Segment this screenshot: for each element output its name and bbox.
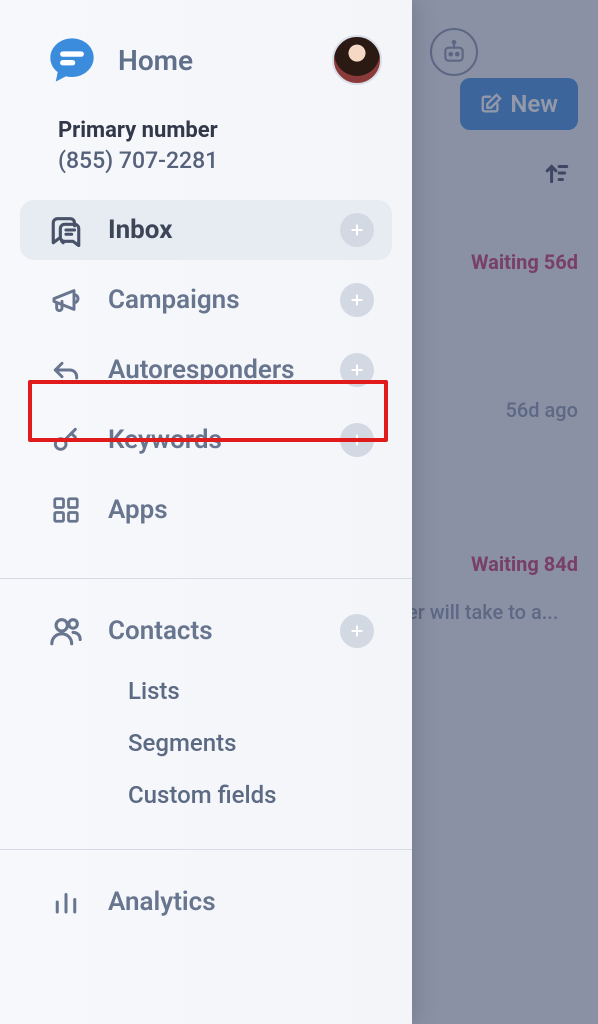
app-root: New Waiting 56d 56d ago Waiting 84d er w… [0,0,598,1024]
nav-label: Inbox [108,215,316,245]
background-overlay [412,0,598,1024]
app-logo-icon [46,34,98,86]
nav-label: Apps [108,495,374,525]
primary-number-section: Primary number (855) 707-2281 [0,108,412,192]
nav-list-tertiary: Analytics [0,872,412,952]
plus-icon[interactable] [340,353,374,387]
divider [0,849,412,850]
nav-list-secondary: Contacts Lists Segments Custom fields [0,601,412,831]
contacts-sub-list: Lists Segments Custom fields [20,665,392,821]
nav-item-keywords[interactable]: Keywords [20,410,392,470]
sub-item-segments[interactable]: Segments [128,717,364,769]
divider [0,578,412,579]
contacts-icon [48,613,84,649]
nav-item-analytics[interactable]: Analytics [20,872,392,932]
megaphone-icon [48,282,84,318]
nav-list-primary: Inbox Campaigns Autoresponders [0,192,412,560]
apps-grid-icon [48,492,84,528]
nav-item-apps[interactable]: Apps [20,480,392,540]
primary-number-label: Primary number [58,118,384,143]
nav-label: Autoresponders [108,355,316,385]
avatar[interactable] [332,35,382,85]
logo-wrap[interactable]: Home [46,34,193,86]
plus-icon[interactable] [340,283,374,317]
sidebar-header: Home [0,0,412,108]
nav-label: Analytics [108,887,374,917]
nav-item-autoresponders[interactable]: Autoresponders [20,340,392,400]
nav-item-inbox[interactable]: Inbox [20,200,392,260]
nav-item-campaigns[interactable]: Campaigns [20,270,392,330]
nav-item-contacts[interactable]: Contacts [20,601,392,661]
reply-icon [48,352,84,388]
primary-number-value: (855) 707-2281 [58,147,384,174]
sidebar: Home Primary number (855) 707-2281 Inbox [0,0,412,1024]
analytics-icon [48,884,84,920]
key-icon [48,422,84,458]
sub-item-custom-fields[interactable]: Custom fields [128,769,364,821]
sidebar-title: Home [118,44,193,77]
nav-label: Contacts [108,616,316,646]
nav-label: Campaigns [108,285,316,315]
inbox-icon [48,212,84,248]
nav-label: Keywords [108,425,316,455]
plus-icon[interactable] [340,213,374,247]
plus-icon[interactable] [340,423,374,457]
sub-item-lists[interactable]: Lists [128,665,364,717]
plus-icon[interactable] [340,614,374,648]
